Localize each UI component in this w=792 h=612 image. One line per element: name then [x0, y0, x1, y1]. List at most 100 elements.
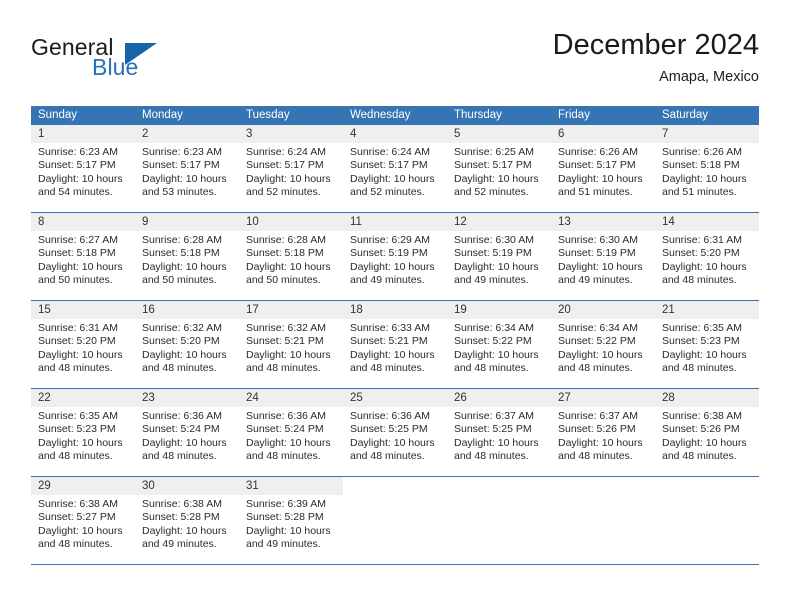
day-number [343, 477, 447, 495]
day-cell[interactable]: 26 Sunrise: 6:37 AM Sunset: 5:25 PM Dayl… [447, 389, 551, 476]
day-cell[interactable]: 8 Sunrise: 6:27 AM Sunset: 5:18 PM Dayli… [31, 213, 135, 300]
day-cell[interactable]: 31 Sunrise: 6:39 AM Sunset: 5:28 PM Dayl… [239, 477, 343, 564]
day-cell-empty [447, 477, 551, 564]
day-cell[interactable]: 4 Sunrise: 6:24 AM Sunset: 5:17 PM Dayli… [343, 125, 447, 212]
daylight-text-line2: and 52 minutes. [454, 186, 529, 199]
day-info: Sunrise: 6:36 AM Sunset: 5:24 PM Dayligh… [135, 407, 239, 464]
day-cell[interactable]: 10 Sunrise: 6:28 AM Sunset: 5:18 PM Dayl… [239, 213, 343, 300]
day-cell[interactable]: 18 Sunrise: 6:33 AM Sunset: 5:21 PM Dayl… [343, 301, 447, 388]
general-blue-logo[interactable]: General Blue [31, 34, 261, 86]
sunset-text: Sunset: 5:20 PM [38, 335, 116, 348]
daylight-text-line1: Daylight: 10 hours [558, 172, 643, 185]
day-number: 3 [239, 125, 343, 143]
day-info: Sunrise: 6:32 AM Sunset: 5:21 PM Dayligh… [239, 319, 343, 376]
daylight-text-line2: and 48 minutes. [350, 450, 425, 463]
day-cell[interactable]: 6 Sunrise: 6:26 AM Sunset: 5:17 PM Dayli… [551, 125, 655, 212]
day-number: 9 [135, 213, 239, 231]
day-cell[interactable]: 28 Sunrise: 6:38 AM Sunset: 5:26 PM Dayl… [655, 389, 759, 476]
daylight-text-line1: Daylight: 10 hours [246, 524, 331, 537]
weekday-tuesday: Tuesday [246, 109, 290, 121]
daylight-text-line1: Daylight: 10 hours [454, 436, 539, 449]
daylight-text-line2: and 48 minutes. [558, 450, 633, 463]
daylight-text-line2: and 51 minutes. [558, 186, 633, 199]
day-cell[interactable]: 27 Sunrise: 6:37 AM Sunset: 5:26 PM Dayl… [551, 389, 655, 476]
daylight-text-line1: Daylight: 10 hours [246, 348, 331, 361]
day-cell[interactable]: 14 Sunrise: 6:31 AM Sunset: 5:20 PM Dayl… [655, 213, 759, 300]
day-number: 2 [135, 125, 239, 143]
sunrise-text: Sunrise: 6:27 AM [38, 234, 118, 246]
day-cell[interactable]: 3 Sunrise: 6:24 AM Sunset: 5:17 PM Dayli… [239, 125, 343, 212]
day-cell[interactable]: 20 Sunrise: 6:34 AM Sunset: 5:22 PM Dayl… [551, 301, 655, 388]
day-info: Sunrise: 6:31 AM Sunset: 5:20 PM Dayligh… [31, 319, 135, 376]
day-cell[interactable]: 9 Sunrise: 6:28 AM Sunset: 5:18 PM Dayli… [135, 213, 239, 300]
day-number: 13 [551, 213, 655, 231]
day-info: Sunrise: 6:36 AM Sunset: 5:25 PM Dayligh… [343, 407, 447, 464]
sunset-text: Sunset: 5:17 PM [142, 159, 220, 172]
daylight-text-line2: and 48 minutes. [142, 450, 217, 463]
sunset-text: Sunset: 5:28 PM [142, 511, 220, 524]
daylight-text-line2: and 52 minutes. [246, 186, 321, 199]
sunset-text: Sunset: 5:24 PM [246, 423, 324, 436]
sunset-text: Sunset: 5:25 PM [350, 423, 428, 436]
day-cell[interactable]: 23 Sunrise: 6:36 AM Sunset: 5:24 PM Dayl… [135, 389, 239, 476]
daylight-text-line2: and 48 minutes. [662, 274, 737, 287]
day-number: 8 [31, 213, 135, 231]
day-number: 4 [343, 125, 447, 143]
daylight-text-line2: and 48 minutes. [246, 362, 321, 375]
day-cell[interactable]: 21 Sunrise: 6:35 AM Sunset: 5:23 PM Dayl… [655, 301, 759, 388]
daylight-text-line2: and 48 minutes. [662, 450, 737, 463]
day-number: 18 [343, 301, 447, 319]
daylight-text-line2: and 49 minutes. [558, 274, 633, 287]
day-number [551, 477, 655, 495]
daylight-text-line1: Daylight: 10 hours [454, 260, 539, 273]
sunrise-text: Sunrise: 6:36 AM [246, 410, 326, 422]
daylight-text-line2: and 48 minutes. [38, 450, 113, 463]
weekday-header-row: Sunday Monday Tuesday Wednesday Thursday… [31, 106, 759, 125]
day-cell[interactable]: 24 Sunrise: 6:36 AM Sunset: 5:24 PM Dayl… [239, 389, 343, 476]
daylight-text-line2: and 48 minutes. [38, 362, 113, 375]
day-cell[interactable]: 29 Sunrise: 6:38 AM Sunset: 5:27 PM Dayl… [31, 477, 135, 564]
day-number: 14 [655, 213, 759, 231]
daylight-text-line1: Daylight: 10 hours [350, 260, 435, 273]
day-cell[interactable]: 25 Sunrise: 6:36 AM Sunset: 5:25 PM Dayl… [343, 389, 447, 476]
sunset-text: Sunset: 5:19 PM [558, 247, 636, 260]
day-cell[interactable]: 5 Sunrise: 6:25 AM Sunset: 5:17 PM Dayli… [447, 125, 551, 212]
day-cell[interactable]: 12 Sunrise: 6:30 AM Sunset: 5:19 PM Dayl… [447, 213, 551, 300]
day-cell[interactable]: 22 Sunrise: 6:35 AM Sunset: 5:23 PM Dayl… [31, 389, 135, 476]
sunset-text: Sunset: 5:18 PM [38, 247, 116, 260]
daylight-text-line1: Daylight: 10 hours [558, 348, 643, 361]
sunrise-text: Sunrise: 6:36 AM [350, 410, 430, 422]
day-info: Sunrise: 6:35 AM Sunset: 5:23 PM Dayligh… [655, 319, 759, 376]
day-cell[interactable]: 13 Sunrise: 6:30 AM Sunset: 5:19 PM Dayl… [551, 213, 655, 300]
daylight-text-line1: Daylight: 10 hours [38, 436, 123, 449]
sunset-text: Sunset: 5:21 PM [350, 335, 428, 348]
daylight-text-line2: and 51 minutes. [662, 186, 737, 199]
day-number: 1 [31, 125, 135, 143]
day-info: Sunrise: 6:39 AM Sunset: 5:28 PM Dayligh… [239, 495, 343, 552]
day-number: 30 [135, 477, 239, 495]
day-number: 16 [135, 301, 239, 319]
day-cell[interactable]: 11 Sunrise: 6:29 AM Sunset: 5:19 PM Dayl… [343, 213, 447, 300]
day-cell[interactable]: 16 Sunrise: 6:32 AM Sunset: 5:20 PM Dayl… [135, 301, 239, 388]
day-cell[interactable]: 7 Sunrise: 6:26 AM Sunset: 5:18 PM Dayli… [655, 125, 759, 212]
day-cell[interactable]: 2 Sunrise: 6:23 AM Sunset: 5:17 PM Dayli… [135, 125, 239, 212]
daylight-text-line2: and 49 minutes. [246, 538, 321, 551]
day-info: Sunrise: 6:23 AM Sunset: 5:17 PM Dayligh… [31, 143, 135, 200]
day-info: Sunrise: 6:38 AM Sunset: 5:26 PM Dayligh… [655, 407, 759, 464]
weekday-sunday: Sunday [38, 109, 78, 121]
day-number: 11 [343, 213, 447, 231]
day-info: Sunrise: 6:38 AM Sunset: 5:28 PM Dayligh… [135, 495, 239, 552]
daylight-text-line1: Daylight: 10 hours [142, 172, 227, 185]
day-number: 12 [447, 213, 551, 231]
day-cell[interactable]: 17 Sunrise: 6:32 AM Sunset: 5:21 PM Dayl… [239, 301, 343, 388]
daylight-text-line2: and 52 minutes. [350, 186, 425, 199]
day-cell[interactable]: 30 Sunrise: 6:38 AM Sunset: 5:28 PM Dayl… [135, 477, 239, 564]
day-cell[interactable]: 19 Sunrise: 6:34 AM Sunset: 5:22 PM Dayl… [447, 301, 551, 388]
day-number: 24 [239, 389, 343, 407]
sunrise-text: Sunrise: 6:29 AM [350, 234, 430, 246]
day-cell[interactable]: 15 Sunrise: 6:31 AM Sunset: 5:20 PM Dayl… [31, 301, 135, 388]
daylight-text-line2: and 48 minutes. [246, 450, 321, 463]
week-row: 22 Sunrise: 6:35 AM Sunset: 5:23 PM Dayl… [31, 389, 759, 477]
daylight-text-line2: and 48 minutes. [558, 362, 633, 375]
day-cell[interactable]: 1 Sunrise: 6:23 AM Sunset: 5:17 PM Dayli… [31, 125, 135, 212]
